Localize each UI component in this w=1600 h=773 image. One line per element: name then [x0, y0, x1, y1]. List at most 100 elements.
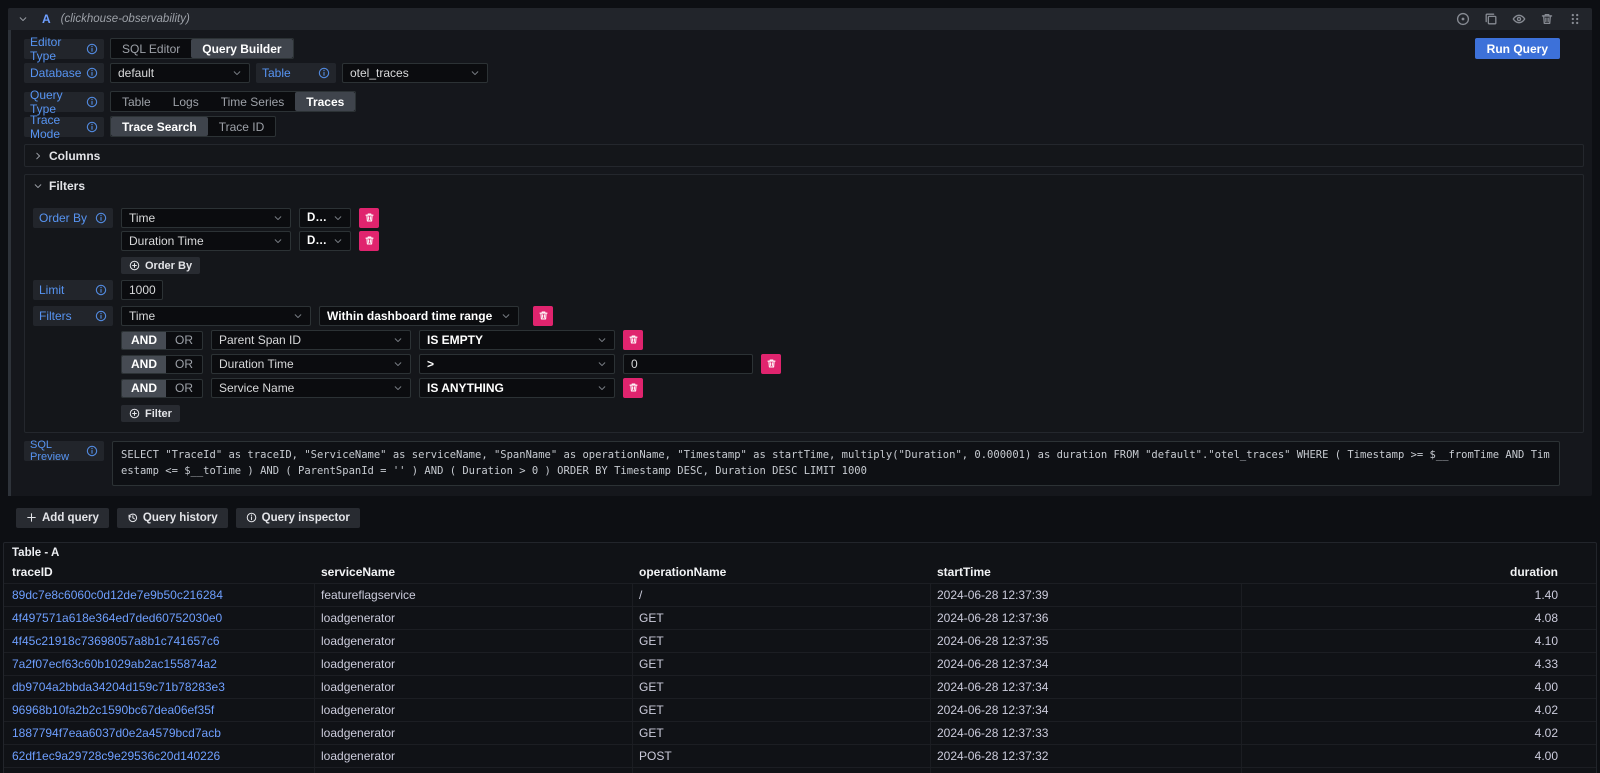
collapse-chevron-icon[interactable] — [18, 14, 28, 24]
trace-id-link[interactable]: 4f45c21918c73698057a8b1c741657c6 — [12, 634, 220, 648]
table-row: 96968b10fa2b2c1590bc67dea06ef35floadgene… — [4, 698, 1596, 721]
filter-operator-select[interactable]: Within dashboard time range — [319, 306, 519, 326]
filter-field-select[interactable]: Time — [121, 306, 311, 326]
filters-block: Filters Time Within dashboard time ran — [33, 306, 1575, 422]
table-select[interactable]: otel_traces — [342, 63, 488, 83]
or-option[interactable]: OR — [166, 356, 202, 373]
filter-condition-row: ANDOR Duration Time >0 — [121, 354, 781, 374]
trace-id-link[interactable]: 7a2f07ecf63c60b1029ab2ac155874a2 — [12, 657, 217, 671]
filter-operator-select[interactable]: IS ANYTHING — [419, 378, 615, 398]
info-icon[interactable] — [318, 67, 330, 79]
query-history-button[interactable]: Query history — [117, 508, 228, 528]
filter-operator-select[interactable]: IS EMPTY — [419, 330, 615, 350]
column-header-servicename[interactable]: serviceName — [315, 565, 633, 579]
option-time-series[interactable]: Time Series — [210, 92, 296, 111]
and-option[interactable]: AND — [122, 356, 166, 373]
info-icon[interactable] — [95, 310, 107, 322]
remove-filter-button[interactable] — [533, 306, 553, 326]
filters-section-header[interactable]: Filters — [25, 175, 1583, 196]
filter-field-select[interactable]: Parent Span ID — [211, 330, 411, 350]
chevron-down-icon — [273, 236, 283, 246]
eye-icon[interactable] — [1512, 12, 1526, 26]
column-header-traceid[interactable]: traceID — [6, 565, 315, 579]
query-type-row: Query Type TableLogsTime SeriesTraces — [24, 91, 1584, 112]
columns-section-header[interactable]: Columns — [25, 145, 1583, 166]
operation-name-cell: / — [633, 584, 931, 606]
info-icon[interactable] — [95, 212, 107, 224]
start-time-cell: 2024-06-28 12:37:35 — [931, 630, 1242, 652]
option-traces[interactable]: Traces — [295, 92, 355, 111]
duplicate-icon[interactable] — [1484, 12, 1498, 26]
order-by-field-select-value: Time — [129, 211, 155, 225]
column-header-duration[interactable]: duration — [1242, 565, 1594, 579]
filter-operator-select-value: IS ANYTHING — [427, 381, 504, 395]
database-select-value: default — [118, 66, 154, 80]
trace-id-link[interactable]: 96968b10fa2b2c1590bc67dea06ef35f — [12, 703, 214, 717]
trace-mode-tabs: Trace SearchTrace ID — [110, 116, 276, 137]
order-by-label: Order By — [33, 208, 113, 228]
option-logs[interactable]: Logs — [162, 92, 210, 111]
option-trace-id[interactable]: Trace ID — [208, 117, 276, 136]
option-table[interactable]: Table — [111, 92, 162, 111]
trace-id-link[interactable]: 4f497571a618e364ed7ded60752030e0 — [12, 611, 222, 625]
option-sql-editor[interactable]: SQL Editor — [111, 39, 191, 58]
editor-type-label-text: Editor Type — [30, 35, 86, 63]
column-header-operationname[interactable]: operationName — [633, 565, 931, 579]
info-icon[interactable] — [86, 445, 98, 457]
table-row: 62df1ec9a29728c9e29536c20d140226loadgene… — [4, 744, 1596, 767]
database-select[interactable]: default — [110, 63, 250, 83]
trash-icon[interactable] — [1540, 12, 1554, 26]
sql-preview-row: SQL Preview SELECT "TraceId" as traceID,… — [24, 441, 1584, 486]
remove-button[interactable] — [359, 231, 379, 251]
info-icon[interactable] — [86, 96, 98, 108]
filter-value-input[interactable]: 0 — [623, 354, 753, 374]
remove-button[interactable] — [623, 330, 643, 350]
drag-handle-icon[interactable] — [1568, 12, 1582, 26]
and-option[interactable]: AND — [122, 332, 166, 349]
order-by-field-select[interactable]: Duration Time — [121, 231, 291, 251]
order-by-field-select[interactable]: Time — [121, 208, 291, 228]
help-circle-icon[interactable] — [1456, 12, 1470, 26]
trace-id-link[interactable]: 62df1ec9a29728c9e29536c20d140226 — [12, 749, 220, 763]
add-order-by-button[interactable]: Order By — [121, 257, 200, 274]
start-time-cell: 2024-06-28 12:37:34 — [931, 653, 1242, 675]
info-icon[interactable] — [86, 121, 98, 133]
remove-button[interactable] — [623, 378, 643, 398]
table-row: 4f497571a618e364ed7ded60752030e0loadgene… — [4, 606, 1596, 629]
table-row: 1887794f7eaa6037d0e2a4579bcd7acbloadgene… — [4, 721, 1596, 744]
query-inspector-button[interactable]: Query inspector — [236, 508, 360, 528]
time-filter-row: Time Within dashboard time range — [121, 306, 781, 326]
button-label: Add query — [42, 512, 99, 524]
remove-button[interactable] — [761, 354, 781, 374]
filter-operator-select[interactable]: > — [419, 354, 615, 374]
filter-field-select[interactable]: Duration Time — [211, 354, 411, 374]
column-header-starttime[interactable]: startTime — [931, 565, 1242, 579]
filter-field-select[interactable]: Service Name — [211, 378, 411, 398]
trace-id-cell: 89dc7e8c6060c0d12de7e9b50c216284 — [6, 584, 315, 606]
run-query-button[interactable]: Run Query — [1475, 38, 1560, 59]
filter-field-value: Time — [129, 309, 155, 323]
option-query-builder[interactable]: Query Builder — [191, 39, 292, 58]
trace-id-cell: 7a2f07ecf63c60b1029ab2ac155874a2 — [6, 653, 315, 675]
limit-row: Limit 1000 — [33, 280, 1575, 300]
trace-id-link[interactable]: 89dc7e8c6060c0d12de7e9b50c216284 — [12, 588, 223, 602]
and-option[interactable]: AND — [122, 380, 166, 397]
remove-button[interactable] — [359, 208, 379, 228]
query-row-header[interactable]: A (clickhouse-observability) — [8, 8, 1592, 30]
duration-cell: 4.00 — [1242, 745, 1594, 767]
chevron-down-icon — [333, 213, 343, 223]
add-filter-button[interactable]: Filter — [121, 405, 180, 422]
info-icon[interactable] — [95, 284, 107, 296]
trace-id-link[interactable]: 1887794f7eaa6037d0e2a4579bcd7acb — [12, 726, 221, 740]
add-query-button[interactable]: Add query — [16, 508, 109, 528]
order-by-direction-select[interactable]: DESC — [299, 231, 351, 251]
option-trace-search[interactable]: Trace Search — [111, 117, 208, 136]
info-icon[interactable] — [86, 67, 98, 79]
or-option[interactable]: OR — [166, 380, 202, 397]
or-option[interactable]: OR — [166, 332, 202, 349]
order-by-direction-select[interactable]: DESC — [299, 208, 351, 228]
chevron-down-icon — [470, 68, 480, 78]
trace-id-link[interactable]: db9704a2bbda34204d159c71b78283e3 — [12, 680, 225, 694]
limit-input[interactable]: 1000 — [121, 280, 163, 300]
info-icon[interactable] — [86, 43, 98, 55]
